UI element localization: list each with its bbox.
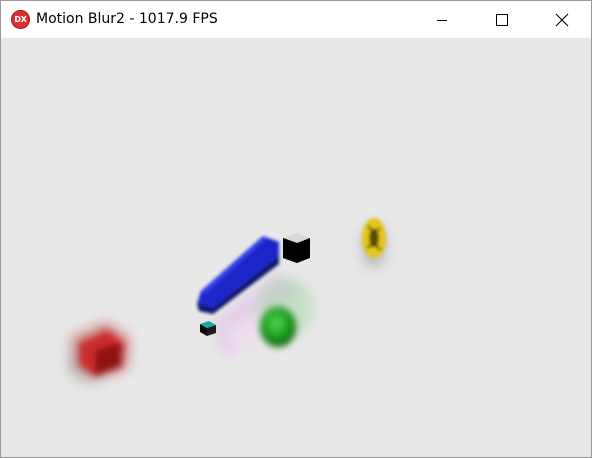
window-title: Motion Blur2 - 1017.9 FPS: [36, 11, 218, 27]
app-icon-label: DX: [14, 15, 27, 24]
title-bar[interactable]: DX Motion Blur2 - 1017.9 FPS: [1, 1, 591, 38]
close-button[interactable]: [539, 1, 585, 38]
app-window: DX Motion Blur2 - 1017.9 FPS: [0, 0, 592, 458]
green-sphere: [258, 278, 314, 347]
render-viewport[interactable]: [1, 38, 591, 457]
red-cube: [67, 323, 129, 384]
minimize-button[interactable]: [419, 1, 465, 38]
3d-scene: [67, 218, 386, 384]
black-cube: [283, 233, 310, 263]
app-icon: DX: [11, 10, 30, 29]
minimize-icon: [437, 19, 447, 21]
yellow-torus: [362, 218, 386, 268]
maximize-button[interactable]: [479, 1, 525, 38]
close-icon: [555, 13, 569, 26]
maximize-icon: [496, 13, 508, 26]
